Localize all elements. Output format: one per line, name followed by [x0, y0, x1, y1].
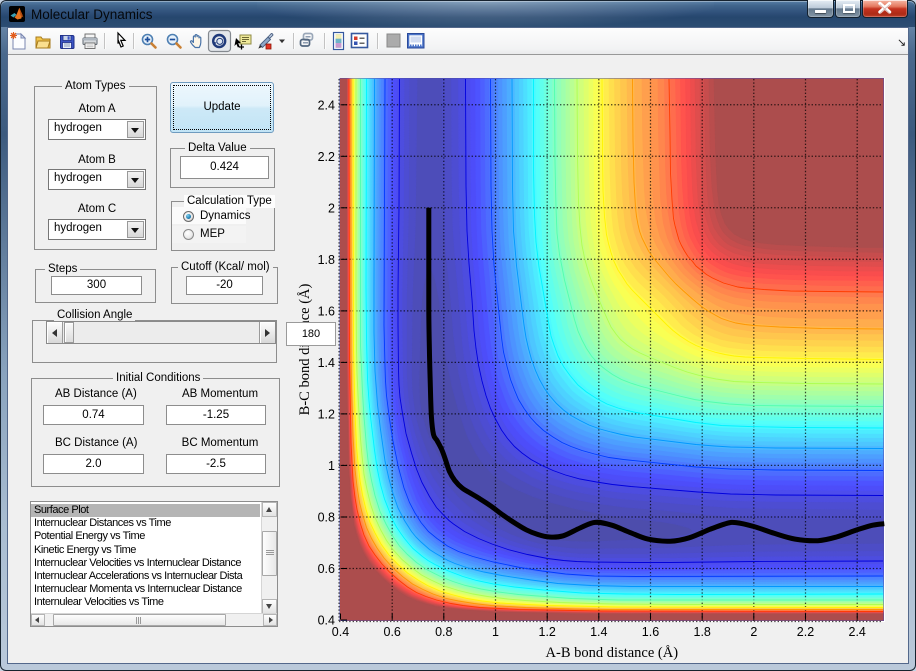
svg-text:1.6: 1.6 — [318, 304, 335, 318]
svg-text:2.4: 2.4 — [318, 98, 335, 112]
svg-text:1.2: 1.2 — [539, 625, 556, 639]
svg-text:0.6: 0.6 — [384, 625, 401, 639]
svg-text:1.8: 1.8 — [318, 253, 335, 267]
svg-text:1.4: 1.4 — [318, 356, 335, 370]
svg-text:2: 2 — [750, 625, 757, 639]
svg-text:1.4: 1.4 — [590, 625, 607, 639]
svg-text:1.2: 1.2 — [318, 407, 335, 421]
svg-text:0.6: 0.6 — [318, 562, 335, 576]
svg-text:2: 2 — [328, 201, 335, 215]
svg-text:1.6: 1.6 — [642, 625, 659, 639]
svg-text:0.8: 0.8 — [318, 511, 335, 525]
svg-text:1.8: 1.8 — [694, 625, 711, 639]
svg-text:2.2: 2.2 — [318, 150, 335, 164]
svg-text:0.8: 0.8 — [435, 625, 452, 639]
svg-text:1: 1 — [328, 459, 335, 473]
svg-text:B-C bond distance (Å): B-C bond distance (Å) — [297, 283, 313, 415]
svg-text:0.4: 0.4 — [318, 614, 335, 628]
svg-text:2.2: 2.2 — [797, 625, 814, 639]
svg-text:2.4: 2.4 — [849, 625, 866, 639]
svg-text:A-B bond distance (Å): A-B bond distance (Å) — [546, 645, 679, 661]
svg-text:1: 1 — [492, 625, 499, 639]
